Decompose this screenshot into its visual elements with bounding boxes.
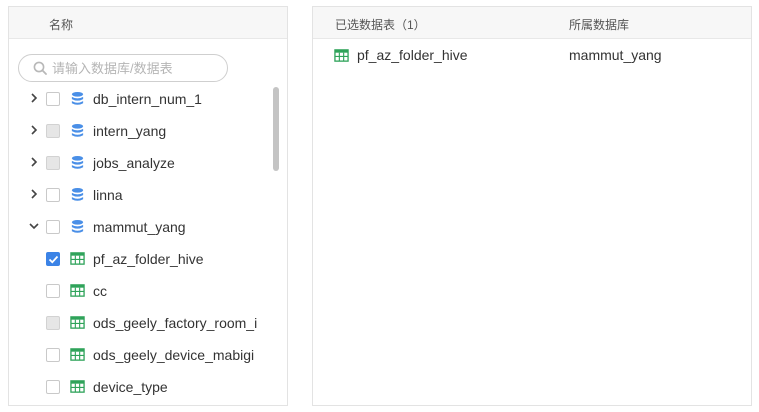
selected-table-name: pf_az_folder_hive [357,47,468,63]
selected-tables-panel: 已选数据表（1） 所属数据库 pf_az_folder_hive mammut_… [312,6,752,406]
table-grid-icon [70,380,85,393]
tree-row-label: pf_az_folder_hive [93,251,204,267]
row-checkbox [46,124,60,138]
tree-row-label: intern_yang [93,123,167,139]
database-icon [71,91,84,105]
row-checkbox[interactable] [46,188,60,202]
table-grid-icon [334,49,349,62]
tree-row-label: ods_geely_factory_room_i [93,315,257,331]
table-grid-icon [70,348,85,361]
table-grid-icon [70,316,85,329]
tree-scrollbar[interactable] [273,87,279,171]
row-checkbox[interactable] [46,380,60,394]
chevron-right-icon[interactable] [28,188,40,200]
tree-row-intern-yang[interactable]: intern_yang [9,115,271,147]
selected-table-row[interactable]: pf_az_folder_hive mammut_yang [313,39,751,71]
chevron-right-icon[interactable] [28,124,40,136]
row-checkbox[interactable] [46,252,60,266]
database-icon [71,123,84,137]
tree-row-ods-geely-factory-room[interactable]: ods_geely_factory_room_i [9,307,271,339]
tree-header: 名称 [9,7,287,39]
database-icon [71,155,84,169]
database-icon [71,219,84,233]
checkmark-icon [48,255,59,264]
row-checkbox [46,156,60,170]
row-checkbox[interactable] [46,348,60,362]
tree-row-linna[interactable]: linna [9,179,271,211]
tree-row-device-type[interactable]: device_type [9,371,271,403]
selected-header: 已选数据表（1） 所属数据库 [313,7,751,39]
database-tree-panel: 名称 db_intern_num_1 [8,6,288,406]
tree-row-label: jobs_analyze [93,155,175,171]
row-checkbox[interactable] [46,220,60,234]
database-column-header: 所属数据库 [569,18,630,32]
search-input[interactable] [52,60,212,76]
row-checkbox[interactable] [46,92,60,106]
name-column-header: 名称 [49,18,74,32]
selected-table-database: mammut_yang [569,47,662,63]
tree-row-label: linna [93,187,123,203]
tree-row-label: ods_geely_device_mabigi [93,347,255,363]
chevron-right-icon[interactable] [28,92,40,104]
tree-row-mammut-yang[interactable]: mammut_yang [9,211,271,243]
tree-row-label: db_intern_num_1 [93,91,202,107]
tree-row-pf-az-folder-hive[interactable]: pf_az_folder_hive [9,243,271,275]
tree-row-jobs-analyze[interactable]: jobs_analyze [9,147,271,179]
tree-row-cc[interactable]: cc [9,275,271,307]
selected-count-header: 已选数据表（1） [335,18,426,32]
row-checkbox [46,316,60,330]
table-grid-icon [70,284,85,297]
tree-row-label: device_type [93,379,168,395]
table-grid-icon [70,252,85,265]
chevron-right-icon[interactable] [28,156,40,168]
search-icon [33,61,47,75]
tree-row-db-intern-num-1[interactable]: db_intern_num_1 [9,83,271,115]
tree-row-ods-geely-device[interactable]: ods_geely_device_mabigi [9,339,271,371]
row-checkbox[interactable] [46,284,60,298]
chevron-down-icon[interactable] [28,220,40,232]
tree-row-label: mammut_yang [93,219,186,235]
tree-row-label: cc [93,283,107,299]
search-box[interactable] [18,54,228,82]
database-icon [71,187,84,201]
